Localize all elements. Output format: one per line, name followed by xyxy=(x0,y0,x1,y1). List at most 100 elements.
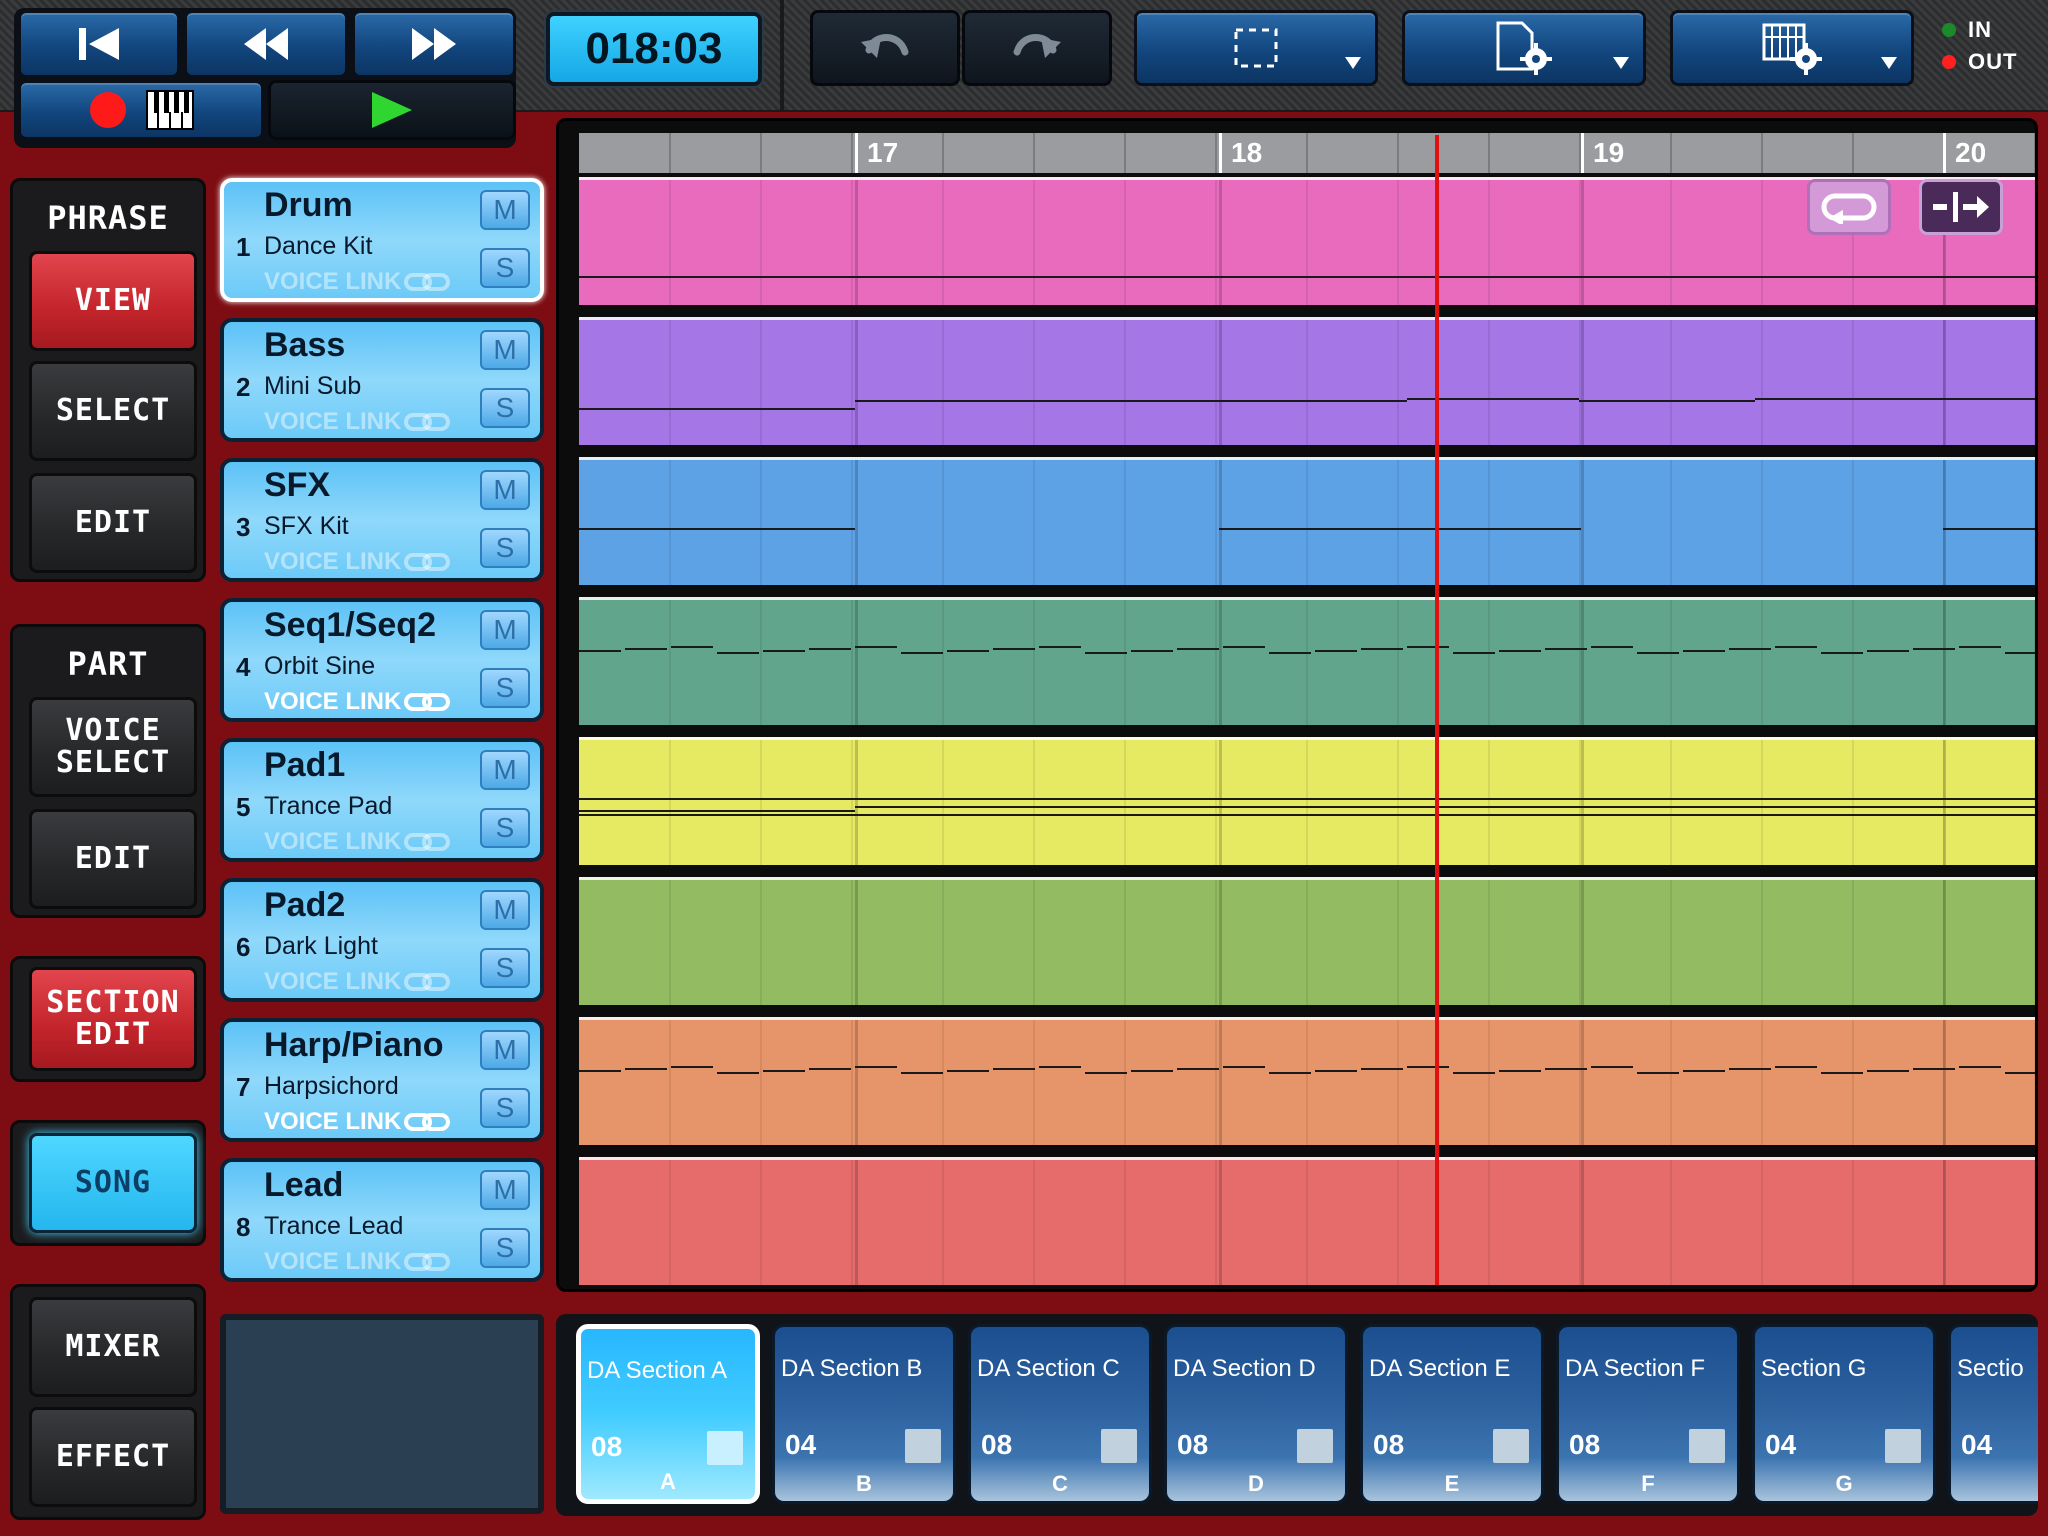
song-position-display[interactable]: 018:03 xyxy=(546,12,762,86)
voice-link-button[interactable]: VOICE LINK xyxy=(264,408,451,436)
voice-link-button[interactable]: VOICE LINK xyxy=(264,1248,451,1276)
track-2[interactable]: Bass 2 Mini Sub VOICE LINK M S xyxy=(220,318,544,442)
beat-grid-line xyxy=(1761,880,1763,1005)
section-strip: DA Section A 08 A DA Section B 04 B DA Section… xyxy=(556,1314,2038,1516)
track-7[interactable]: Harp/Piano 7 Harpsichord VOICE LINK M S xyxy=(220,1018,544,1142)
voice-link-button[interactable]: VOICE LINK xyxy=(264,268,451,296)
redo-button[interactable] xyxy=(962,10,1112,86)
track-lane-2[interactable] xyxy=(579,317,2035,445)
fast-forward-button[interactable] xyxy=(352,10,516,78)
playhead[interactable] xyxy=(1435,135,1439,1285)
note-event xyxy=(1269,1072,1311,1074)
play-button[interactable] xyxy=(268,80,516,140)
section-mute-toggle[interactable] xyxy=(707,1431,743,1465)
voice-link-label: VOICE LINK xyxy=(264,828,402,855)
section-edit-button[interactable]: SECTION EDIT xyxy=(29,967,197,1071)
mute-button[interactable]: M xyxy=(480,1170,530,1210)
section-mute-toggle[interactable] xyxy=(905,1429,941,1463)
solo-button[interactable]: S xyxy=(480,1088,530,1128)
note-event xyxy=(901,652,943,654)
beat-grid-line xyxy=(1852,600,1854,725)
voice-select-button[interactable]: VOICE SELECT xyxy=(29,697,197,797)
loop-button[interactable] xyxy=(1807,179,1891,235)
track-lane-7[interactable] xyxy=(579,1017,2035,1145)
mute-button[interactable]: M xyxy=(480,890,530,930)
voice-link-button[interactable]: VOICE LINK xyxy=(264,968,451,996)
beat-grid-line xyxy=(1397,600,1399,725)
solo-button[interactable]: S xyxy=(480,668,530,708)
mute-button[interactable]: M xyxy=(480,190,530,230)
section-c[interactable]: DA Section C 08 C xyxy=(968,1324,1152,1504)
effect-button[interactable]: EFFECT xyxy=(29,1407,197,1507)
voice-link-button[interactable]: VOICE LINK xyxy=(264,828,451,856)
track-4[interactable]: Seq1/Seq2 4 Orbit Sine VOICE LINK M S xyxy=(220,598,544,722)
section-partial[interactable]: Sectio 04 xyxy=(1948,1324,2038,1504)
solo-button[interactable]: S xyxy=(480,248,530,288)
section-a[interactable]: DA Section A 08 A xyxy=(576,1324,760,1504)
track-lane-5[interactable] xyxy=(579,737,2035,865)
beat-grid-line xyxy=(1033,180,1035,305)
selection-tool-button[interactable] xyxy=(1134,10,1378,86)
rewind-button[interactable] xyxy=(184,10,348,78)
bar-ruler[interactable]: 17 18 19 20 xyxy=(579,133,2035,173)
section-mute-toggle[interactable] xyxy=(1689,1429,1725,1463)
section-g[interactable]: Section G 04 G xyxy=(1752,1324,1936,1504)
mixer-button[interactable]: MIXER xyxy=(29,1297,197,1397)
solo-button[interactable]: S xyxy=(480,808,530,848)
voice-link-label: VOICE LINK xyxy=(264,268,402,295)
solo-button[interactable]: S xyxy=(480,388,530,428)
section-d[interactable]: DA Section D 08 D xyxy=(1164,1324,1348,1504)
track-3[interactable]: SFX 3 SFX Kit VOICE LINK M S xyxy=(220,458,544,582)
track-6[interactable]: Pad2 6 Dark Light VOICE LINK M S xyxy=(220,878,544,1002)
mute-button[interactable]: M xyxy=(480,470,530,510)
phrase-edit-button[interactable]: EDIT xyxy=(29,473,197,573)
section-mute-toggle[interactable] xyxy=(1101,1429,1137,1463)
track-5[interactable]: Pad1 5 Trance Pad VOICE LINK M S xyxy=(220,738,544,862)
mute-button[interactable]: M xyxy=(480,330,530,370)
section-letter: A xyxy=(660,1469,676,1494)
solo-button[interactable]: S xyxy=(480,528,530,568)
voice-link-button[interactable]: VOICE LINK xyxy=(264,688,451,716)
track-8[interactable]: Lead 8 Trance Lead VOICE LINK M S xyxy=(220,1158,544,1282)
voice-link-button[interactable]: VOICE LINK xyxy=(264,548,451,576)
solo-button[interactable]: S xyxy=(480,1228,530,1268)
section-mute-toggle[interactable] xyxy=(1885,1429,1921,1463)
section-e[interactable]: DA Section E 08 E xyxy=(1360,1324,1544,1504)
track-lane-6[interactable] xyxy=(579,877,2035,1005)
section-b[interactable]: DA Section B 04 B xyxy=(772,1324,956,1504)
grid-settings-button[interactable] xyxy=(1670,10,1914,86)
solo-button[interactable]: S xyxy=(480,948,530,988)
undo-button[interactable] xyxy=(810,10,960,86)
phrase-view-button[interactable]: VIEW xyxy=(29,251,197,351)
in-led-icon xyxy=(1942,23,1956,37)
section-mute-toggle[interactable] xyxy=(1493,1429,1529,1463)
section-f[interactable]: DA Section F 08 F xyxy=(1556,1324,1740,1504)
phrase-select-button[interactable]: SELECT xyxy=(29,361,197,461)
note-event xyxy=(855,1066,897,1068)
ruler-tick xyxy=(1215,133,1217,173)
track-1[interactable]: Drum 1 Dance Kit VOICE LINK M S xyxy=(220,178,544,302)
beat-grid-line xyxy=(1852,320,1854,445)
record-button[interactable] xyxy=(18,80,264,140)
section-mute-toggle[interactable] xyxy=(1297,1429,1333,1463)
file-settings-button[interactable] xyxy=(1402,10,1646,86)
bar-grid-line xyxy=(1581,460,1584,585)
voice-link-button[interactable]: VOICE LINK xyxy=(264,1108,451,1136)
split-button[interactable] xyxy=(1919,179,2003,235)
section-length: 08 xyxy=(1177,1429,1209,1460)
mute-button[interactable]: M xyxy=(480,750,530,790)
track-number: 4 xyxy=(236,652,251,682)
track-lane-4[interactable] xyxy=(579,597,2035,725)
mute-button[interactable]: M xyxy=(480,610,530,650)
skip-back-button[interactable] xyxy=(18,10,180,78)
mute-button[interactable]: M xyxy=(480,1030,530,1070)
song-button[interactable]: SONG xyxy=(29,1133,197,1233)
song-timeline[interactable]: 17 18 19 20 xyxy=(556,118,2038,1292)
beat-grid-line xyxy=(1761,180,1763,305)
track-voice: Dark Light xyxy=(264,932,378,960)
part-title: PART xyxy=(67,645,149,683)
note-event xyxy=(993,1068,1035,1070)
track-lane-3[interactable] xyxy=(579,457,2035,585)
part-edit-button[interactable]: EDIT xyxy=(29,809,197,909)
track-lane-8[interactable] xyxy=(579,1157,2035,1285)
